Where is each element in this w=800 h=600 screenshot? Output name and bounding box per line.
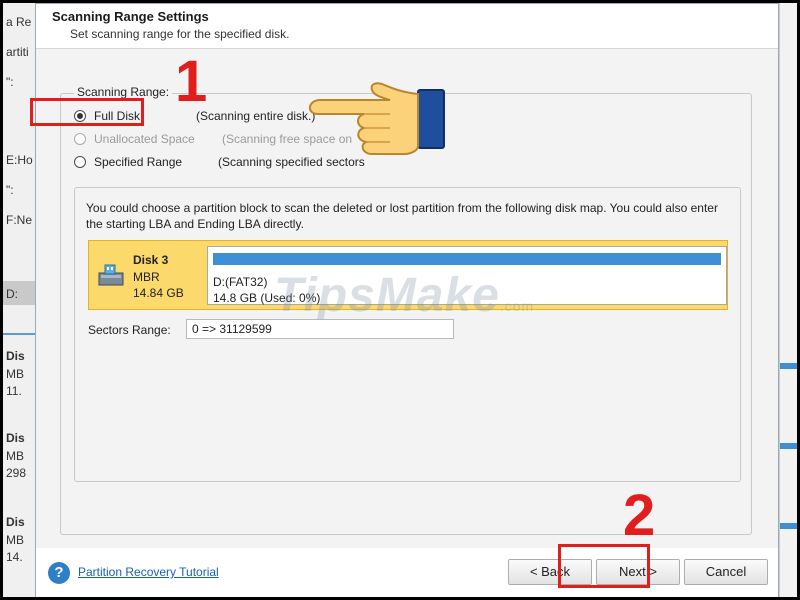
dialog-title: Scanning Range Settings xyxy=(52,9,209,24)
partition-name: D:(FAT32) xyxy=(213,275,268,289)
disk-size: 14.84 GB xyxy=(133,286,184,300)
bg-text: MB xyxy=(6,449,24,463)
bg-text: D: xyxy=(6,287,18,301)
radio-unallocated-label: Unallocated Space xyxy=(94,132,195,146)
bg-text: ": xyxy=(6,75,14,89)
bg-text: MB xyxy=(6,367,24,381)
screenshot-frame: a Re artiti ": E:Ho ": F:Ne D: Dis MB 11… xyxy=(3,3,797,597)
step1-number: 1 xyxy=(175,49,208,114)
step2-highlight-box xyxy=(558,544,650,588)
step2-number: 2 xyxy=(623,483,656,548)
bg-text: artiti xyxy=(6,45,29,59)
watermark-text: TipsMake xyxy=(274,269,500,322)
watermark-suffix: .com xyxy=(499,298,535,314)
bg-text: 298 xyxy=(6,466,27,480)
bg-text: MB xyxy=(6,533,24,547)
radio-unchecked-icon[interactable] xyxy=(74,133,86,145)
bg-text: 14. xyxy=(6,550,23,564)
bg-text: ": xyxy=(6,183,14,197)
radio-specified-label: Specified Range xyxy=(94,155,183,169)
pointing-hand-icon xyxy=(309,82,445,155)
dialog-subtitle: Set scanning range for the specified dis… xyxy=(70,27,290,41)
bg-text: E:Ho xyxy=(6,153,33,167)
partition-recovery-tutorial-link[interactable]: Partition Recovery Tutorial xyxy=(78,565,219,579)
help-icon[interactable]: ? xyxy=(48,562,70,584)
sectors-range-input[interactable] xyxy=(186,319,454,339)
bg-blue-mark xyxy=(780,523,797,529)
bg-disk-item[interactable]: Dis xyxy=(6,349,25,363)
watermark: TipsMake.com xyxy=(274,268,534,323)
bg-disk-item[interactable]: Dis xyxy=(6,515,25,529)
radio-unchecked-icon[interactable] xyxy=(74,156,86,168)
radio-specified-range[interactable]: Specified Range xyxy=(74,155,182,169)
partition-usage-bar xyxy=(213,253,721,265)
bg-text: a Re xyxy=(6,15,32,29)
bg-text: 11. xyxy=(6,384,22,398)
full-disk-desc: (Scanning entire disk.) xyxy=(196,109,316,123)
bg-disk-item[interactable]: Dis xyxy=(6,431,25,445)
sectors-range-label: Sectors Range: xyxy=(88,323,171,337)
cancel-button[interactable]: Cancel xyxy=(684,559,768,585)
background-app-right-edge xyxy=(779,3,797,597)
usb-drive-icon xyxy=(98,264,124,286)
radio-unallocated-space[interactable]: Unallocated Space xyxy=(74,132,195,146)
bg-blue-mark xyxy=(780,443,797,449)
disk-map-instructions: You could choose a partition block to sc… xyxy=(86,201,718,231)
disk-type: MBR xyxy=(133,270,160,284)
disk-name: Disk 3 xyxy=(133,253,169,267)
dialog-footer: ? Partition Recovery Tutorial < Back Nex… xyxy=(36,549,778,597)
bg-blue-mark xyxy=(780,363,797,369)
bg-text: F:Ne xyxy=(6,213,33,227)
step1-highlight-box xyxy=(30,98,144,126)
scanning-range-label: Scanning Range: xyxy=(74,85,173,99)
